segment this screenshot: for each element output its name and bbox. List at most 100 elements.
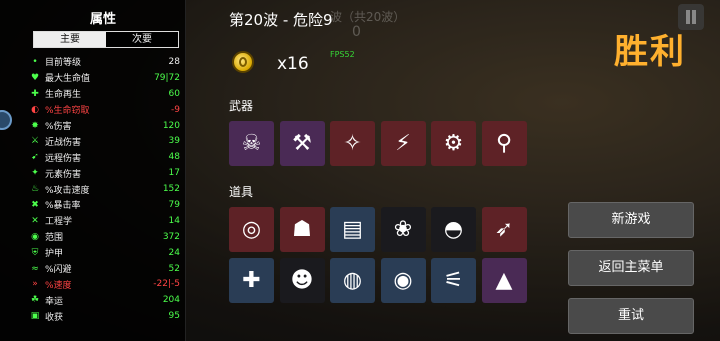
stat-icon: ➹ bbox=[31, 152, 39, 163]
stat-row: ◐ %生命窃取 -9 bbox=[30, 102, 180, 118]
materials-count: x16 bbox=[277, 54, 309, 74]
stat-name: 远程伤害 bbox=[45, 153, 82, 164]
bullet-icon[interactable]: ➶ bbox=[481, 207, 527, 252]
beanie-hat-icon[interactable]: ◓ bbox=[431, 207, 476, 252]
minigun-icon[interactable]: ⚙ bbox=[431, 121, 476, 166]
stat-value: 48 bbox=[168, 152, 180, 163]
items-label: 道具 bbox=[229, 185, 254, 199]
stat-name: %暴击率 bbox=[45, 201, 81, 212]
stat-value: 152 bbox=[162, 184, 180, 195]
stat-value: -9 bbox=[171, 104, 180, 115]
tab-secondary[interactable]: 次要 bbox=[106, 32, 178, 47]
stat-name: %伤害 bbox=[45, 122, 72, 132]
background-wave-text: 波（共20波） bbox=[330, 10, 406, 24]
stat-value: 79|72 bbox=[154, 72, 180, 83]
stat-icon: • bbox=[32, 56, 38, 67]
stat-value: 204 bbox=[162, 295, 180, 306]
stat-row: ♥ 最大生命值 79|72 bbox=[30, 70, 180, 86]
binoculars-icon[interactable]: ◎ bbox=[229, 207, 274, 252]
claw-strike-icon[interactable]: ⚟ bbox=[431, 258, 476, 303]
rocket-icon[interactable]: ▲ bbox=[481, 258, 527, 303]
skull-staff-icon[interactable]: ☠ bbox=[229, 121, 274, 166]
stat-row: • 目前等级 28 bbox=[30, 54, 180, 70]
stat-name: 元素伤害 bbox=[45, 169, 82, 180]
stat-value: 39 bbox=[168, 136, 180, 147]
stat-icon: ◉ bbox=[31, 231, 39, 242]
gold-coin-icon bbox=[232, 51, 254, 73]
stat-name: 范围 bbox=[45, 233, 64, 244]
stat-name: 近战伤害 bbox=[45, 137, 82, 148]
medic-robot-icon[interactable]: ✚ bbox=[229, 258, 274, 303]
new-game-button[interactable]: 新游戏 bbox=[568, 202, 694, 238]
stat-icon: ⛨ bbox=[31, 247, 39, 258]
stat-icon: » bbox=[32, 279, 38, 290]
bee-icon[interactable]: ☻ bbox=[279, 258, 325, 303]
stat-value: 120 bbox=[162, 120, 180, 131]
stat-value: -22|-5 bbox=[153, 279, 180, 290]
stat-icon: ▣ bbox=[30, 311, 40, 322]
stat-row: ✦ 元素伤害 17 bbox=[30, 165, 180, 181]
stat-icon: ✦ bbox=[31, 168, 39, 179]
stat-row: ▣ 收获 95 bbox=[30, 308, 180, 324]
stats-panel: 属性 主要 次要 • 目前等级 28 ♥ 最大生命值 79|72 ✚ 生命再生 60 ◐ %生命窃取… bbox=[0, 0, 186, 341]
wave-title: 第20波 - 危险9 bbox=[229, 11, 333, 29]
taser-gun-icon[interactable]: ⚡ bbox=[380, 121, 426, 166]
stat-name: 幸运 bbox=[45, 296, 64, 307]
red-ribbon-icon[interactable]: ❀ bbox=[380, 207, 426, 252]
stat-name: 生命再生 bbox=[45, 90, 82, 101]
stat-value: 17 bbox=[168, 168, 180, 179]
stat-name: %速度 bbox=[45, 280, 72, 291]
tab-primary[interactable]: 主要 bbox=[34, 32, 106, 47]
main-menu-button[interactable]: 返回主菜单 bbox=[568, 250, 694, 286]
stat-row: ➹ 远程伤害 48 bbox=[30, 149, 180, 165]
stat-row: ✸ %伤害 120 bbox=[30, 118, 180, 134]
stat-row: ✖ %暴击率 79 bbox=[30, 197, 180, 213]
stat-row: ◉ 范围 372 bbox=[30, 229, 180, 245]
wrench-gun-icon[interactable]: ⚲ bbox=[481, 121, 527, 166]
stat-icon: ✚ bbox=[31, 88, 39, 99]
stat-icon: ✕ bbox=[31, 215, 39, 226]
weapons-label: 武器 bbox=[229, 99, 254, 113]
stat-name: 工程学 bbox=[45, 217, 73, 228]
stat-value: 60 bbox=[168, 88, 180, 99]
stat-icon: ✖ bbox=[31, 199, 39, 210]
stat-row: ☘ 幸运 204 bbox=[30, 292, 180, 308]
stat-value: 52 bbox=[168, 263, 180, 274]
shuriken-icon[interactable]: ✧ bbox=[330, 121, 375, 166]
stat-value: 372 bbox=[162, 231, 180, 242]
stat-value: 79 bbox=[168, 199, 180, 210]
scarf-icon[interactable]: ▤ bbox=[330, 207, 375, 252]
stat-value: 24 bbox=[168, 247, 180, 258]
stat-row: ✚ 生命再生 60 bbox=[30, 86, 180, 102]
stat-name: 最大生命值 bbox=[45, 74, 91, 85]
stat-icon: ♥ bbox=[30, 72, 40, 83]
stat-name: %闪避 bbox=[45, 265, 72, 276]
stat-name: %攻击速度 bbox=[45, 185, 90, 196]
stat-row: ≈ %闪避 52 bbox=[30, 261, 180, 277]
stat-name: 护甲 bbox=[45, 249, 64, 260]
stats-tabs: 主要 次要 bbox=[33, 31, 179, 48]
victory-title: 胜利 bbox=[614, 32, 686, 72]
stat-icon: ≈ bbox=[31, 263, 39, 274]
stat-icon: ◐ bbox=[31, 104, 39, 115]
stat-value: 95 bbox=[168, 311, 180, 322]
hammer-weapon-icon[interactable]: ⚒ bbox=[279, 121, 325, 166]
golden-coin-icon[interactable]: ◉ bbox=[380, 258, 426, 303]
stat-name: 目前等级 bbox=[45, 58, 82, 69]
stat-icon: ♨ bbox=[30, 184, 40, 195]
background-wave-count: 0 bbox=[352, 24, 361, 40]
stat-row: ⛨ 护甲 24 bbox=[30, 245, 180, 261]
stats-panel-title: 属性 bbox=[89, 12, 116, 27]
stat-icon: ✸ bbox=[31, 120, 39, 131]
stat-value: 28 bbox=[168, 56, 180, 67]
mammoth-icon[interactable]: ☗ bbox=[279, 207, 325, 252]
stat-row: » %速度 -22|-5 bbox=[30, 276, 180, 292]
retry-button[interactable]: 重试 bbox=[568, 298, 694, 334]
stat-list: • 目前等级 28 ♥ 最大生命值 79|72 ✚ 生命再生 60 ◐ %生命窃取 -9 ✸ %伤害 120… bbox=[30, 54, 180, 324]
stat-row: ♨ %攻击速度 152 bbox=[30, 181, 180, 197]
diver-helmet-icon[interactable]: ◍ bbox=[330, 258, 375, 303]
stat-icon: ⚔ bbox=[30, 136, 40, 147]
stat-name: %生命窃取 bbox=[45, 106, 90, 117]
stat-value: 14 bbox=[168, 215, 180, 226]
stat-icon: ☘ bbox=[30, 295, 40, 306]
